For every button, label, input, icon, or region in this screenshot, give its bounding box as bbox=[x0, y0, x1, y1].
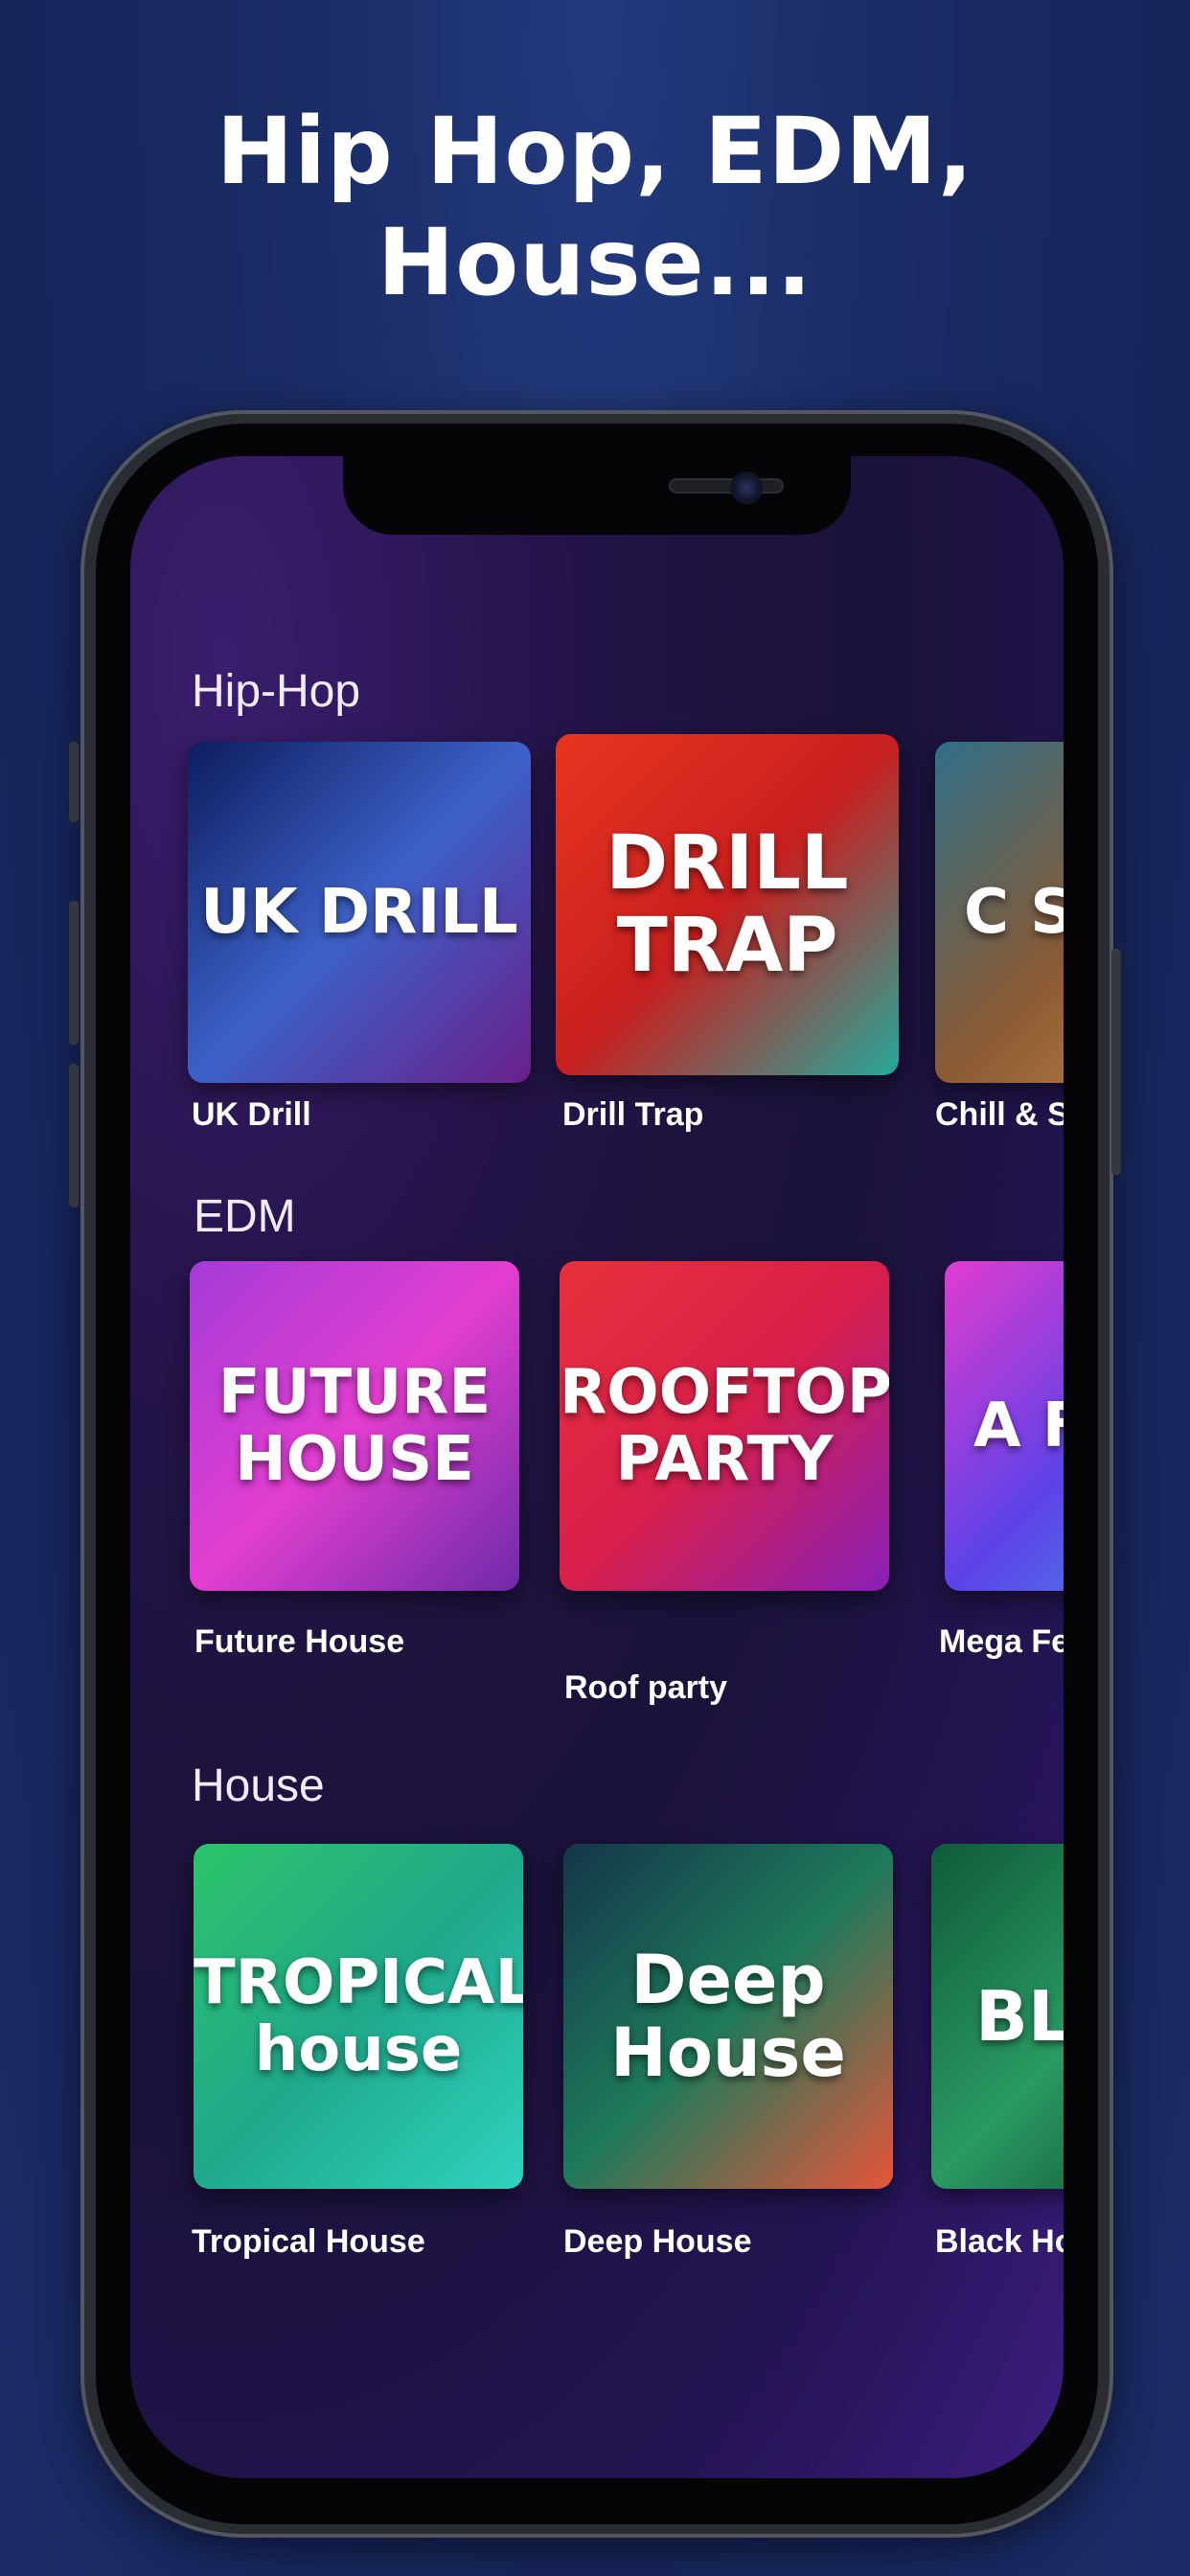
card-art-text: UK DRILL bbox=[200, 877, 518, 948]
card-art-text: DRILL TRAP bbox=[606, 820, 849, 989]
notch bbox=[343, 456, 851, 535]
card-art-text: TROPICAL house bbox=[194, 1947, 523, 2085]
card-label-roof-party[interactable]: Roof party bbox=[564, 1669, 727, 1707]
card-art-text: Deep House bbox=[610, 1941, 846, 2092]
playlist-card-uk-drill[interactable]: UK DRILL bbox=[188, 742, 531, 1083]
card-art-text: FUTURE HOUSE bbox=[217, 1357, 492, 1495]
volume-down-button bbox=[69, 1064, 79, 1208]
power-button bbox=[1111, 949, 1121, 1175]
card-label-chill-study[interactable]: Chill & S bbox=[935, 1096, 1064, 1134]
playlist-card-future-house[interactable]: FUTURE HOUSE bbox=[190, 1261, 519, 1591]
section-title-edm: EDM bbox=[194, 1191, 296, 1242]
silent-switch bbox=[69, 742, 79, 822]
headline-line-2: House... bbox=[377, 209, 813, 316]
playlist-card-drill-trap[interactable]: DRILL TRAP bbox=[556, 734, 899, 1075]
card-art-text: BL H DI bbox=[975, 1976, 1064, 2057]
card-art-text: C STU bbox=[964, 877, 1064, 948]
card-label-tropical-house[interactable]: Tropical House bbox=[192, 2223, 425, 2261]
playlist-card-black-house[interactable]: BL H DI bbox=[931, 1844, 1064, 2189]
app-screen: Hip-Hop UK DRILL UK Drill DRILL TRAP Dri… bbox=[130, 456, 1064, 2478]
card-label-black-house[interactable]: Black Ho bbox=[935, 2223, 1064, 2261]
card-label-future-house[interactable]: Future House bbox=[195, 1623, 404, 1661]
card-art-text: ROOFTOP PARTY bbox=[560, 1357, 889, 1495]
card-label-uk-drill[interactable]: UK Drill bbox=[192, 1096, 311, 1134]
playlist-card-mega-festival[interactable]: A FES bbox=[945, 1261, 1064, 1591]
playlist-card-rooftop-party[interactable]: ROOFTOP PARTY bbox=[560, 1261, 889, 1591]
playlist-card-chill-study[interactable]: C STU bbox=[935, 742, 1064, 1083]
card-label-drill-trap[interactable]: Drill Trap bbox=[562, 1096, 703, 1134]
headline: Hip Hop, EDM, House... bbox=[0, 96, 1190, 318]
section-title-house: House bbox=[192, 1760, 325, 1811]
earpiece-speaker bbox=[669, 478, 784, 494]
playlist-card-deep-house[interactable]: Deep House bbox=[563, 1844, 893, 2189]
section-title-hip-hop: Hip-Hop bbox=[192, 666, 361, 717]
card-label-mega-festival[interactable]: Mega Fe bbox=[939, 1623, 1064, 1661]
front-camera-icon bbox=[730, 472, 763, 504]
card-label-deep-house[interactable]: Deep House bbox=[563, 2223, 752, 2261]
playlist-card-tropical-house[interactable]: TROPICAL house bbox=[194, 1844, 523, 2189]
headline-line-1: Hip Hop, EDM, bbox=[216, 98, 974, 205]
card-art-text: A FES bbox=[973, 1391, 1064, 1461]
volume-up-button bbox=[69, 901, 79, 1045]
